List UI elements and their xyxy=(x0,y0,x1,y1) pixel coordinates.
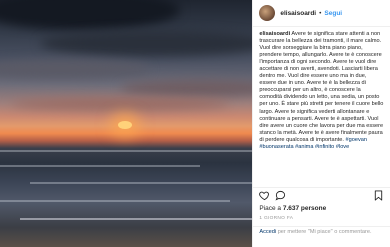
sun-shape xyxy=(118,121,132,129)
likes-number[interactable]: 7.637 persone xyxy=(283,205,326,212)
heart-icon[interactable] xyxy=(259,190,270,201)
likes-prefix: Piace a xyxy=(259,205,283,212)
cloud-shape xyxy=(120,80,253,96)
username-link[interactable]: elisaisoardi xyxy=(280,10,316,17)
divider xyxy=(253,187,390,188)
cloud-shape xyxy=(0,0,180,30)
post-date: 1 GIORNO FA xyxy=(259,216,294,221)
post-sidebar: elisaisoardi • Segui elisaisoardi Avere … xyxy=(252,0,390,247)
comment-prompt: Accedi per mettere "Mi piace" o commenta… xyxy=(259,229,384,236)
wave-line xyxy=(0,150,253,152)
bookmark-icon[interactable] xyxy=(373,190,384,201)
wave-line xyxy=(30,182,253,184)
separator-dot: • xyxy=(319,9,322,17)
divider xyxy=(253,226,390,227)
cloud-shape xyxy=(10,98,230,110)
instagram-post: elisaisoardi • Segui elisaisoardi Avere … xyxy=(0,0,390,247)
caption-text: Avere te significa stare attenti a non t… xyxy=(259,31,384,143)
post-photo[interactable] xyxy=(0,0,253,247)
post-caption: elisaisoardi Avere te significa stare at… xyxy=(253,27,390,183)
caption-username[interactable]: elisaisoardi xyxy=(259,31,290,37)
follow-button[interactable]: Segui xyxy=(324,10,342,17)
comment-icon[interactable] xyxy=(275,190,286,201)
cloud-shape xyxy=(0,60,150,78)
login-link[interactable]: Accedi xyxy=(259,229,276,235)
wave-line xyxy=(0,165,200,167)
likes-count[interactable]: Piace a 7.637 persone xyxy=(259,205,326,212)
cloud-shape xyxy=(40,30,253,56)
post-header: elisaisoardi • Segui xyxy=(253,0,390,27)
avatar[interactable] xyxy=(259,5,276,21)
comment-prompt-text: per mettere "Mi piace" o commentare. xyxy=(276,229,372,235)
wave-line xyxy=(0,200,230,202)
wave-line xyxy=(20,218,253,220)
action-bar xyxy=(259,190,384,202)
